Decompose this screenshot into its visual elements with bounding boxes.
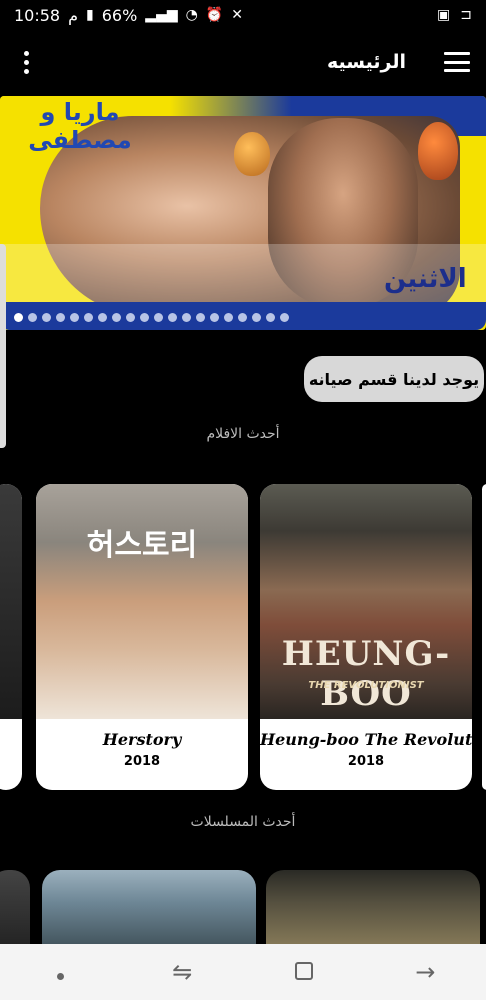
- movie-poster: HEUNG-BOO THE REVOLUTIONIST: [260, 484, 472, 719]
- signal-icon: ▂▄▆: [145, 7, 178, 23]
- pager-dot[interactable]: [252, 313, 261, 322]
- featured-banner[interactable]: ماريا و مصطفى الاثنين: [0, 96, 486, 330]
- movie-poster: 허스토리: [36, 484, 248, 719]
- battery-icon: ▮: [86, 7, 94, 23]
- movie-poster: [0, 484, 22, 719]
- pager-dot[interactable]: [56, 313, 65, 322]
- status-right: ▣ ⊐: [437, 7, 472, 23]
- movie-title: Herstory: [102, 730, 182, 749]
- movie-card-partial-right[interactable]: [482, 484, 486, 790]
- pager-dot[interactable]: [224, 313, 233, 322]
- pager-dot[interactable]: [168, 313, 177, 322]
- hamburger-icon[interactable]: [444, 52, 470, 72]
- series-section-header: أحدث المسلسلات: [190, 814, 296, 830]
- pager-dot[interactable]: [42, 313, 51, 322]
- app-bar: الرئيسيه: [0, 40, 486, 84]
- pager-dot[interactable]: [70, 313, 79, 322]
- pager-dot[interactable]: [84, 313, 93, 322]
- movie-card[interactable]: 허스토리 Herstory 2018: [36, 484, 248, 790]
- series-card[interactable]: [266, 870, 480, 950]
- movie-year: 2018: [347, 754, 385, 769]
- pager-dot[interactable]: [182, 313, 191, 322]
- pager-dot[interactable]: [98, 313, 107, 322]
- side-drawer-edge[interactable]: [0, 244, 6, 448]
- pager-dot[interactable]: [28, 313, 37, 322]
- pager-dot[interactable]: [126, 313, 135, 322]
- pager-dot[interactable]: [14, 313, 23, 322]
- banner-day: الاثنين: [384, 264, 467, 294]
- pager-dot[interactable]: [210, 313, 219, 322]
- wifi-icon: ◔: [185, 7, 198, 23]
- maintenance-chip[interactable]: يوجد لدينا قسم صيانه: [304, 356, 484, 402]
- banner-title: ماريا و مصطفى: [28, 98, 132, 154]
- poster-subtitle: THE REVOLUTIONIST: [308, 680, 424, 691]
- pager-dot[interactable]: [140, 313, 149, 322]
- movie-title: Heung-boo The Revolutionist: [260, 730, 472, 749]
- app-title-wrap: الرئيسيه: [327, 51, 470, 73]
- mute-icon: ✕: [231, 7, 243, 23]
- pager-dot[interactable]: [266, 313, 275, 322]
- status-time: 10:58: [14, 5, 61, 25]
- pager-dot[interactable]: [238, 313, 247, 322]
- status-left: 10:58 م ▮ 66% ▂▄▆ ◔ ⏰ ✕: [14, 6, 243, 25]
- status-bar: 10:58 م ▮ 66% ▂▄▆ ◔ ⏰ ✕ ▣ ⊐: [0, 0, 486, 30]
- movies-section-header: أحدث الافلام: [206, 426, 280, 442]
- series-card[interactable]: [42, 870, 256, 950]
- switch-icon[interactable]: ⇋: [152, 958, 212, 986]
- movie-card-partial-left[interactable]: [0, 484, 22, 790]
- battery-percent: 66%: [101, 5, 138, 25]
- poster-title: HEUNG-BOO: [281, 634, 451, 714]
- movie-year: 2018: [123, 754, 161, 769]
- pager-dot[interactable]: [280, 313, 289, 322]
- system-nav-bar: ⇋ →: [0, 944, 486, 1000]
- series-card[interactable]: [0, 870, 30, 950]
- pager-dot[interactable]: [112, 313, 121, 322]
- banner-pager[interactable]: [14, 313, 289, 322]
- cast-icon: ⊐: [460, 7, 472, 23]
- status-suffix: م: [68, 5, 79, 25]
- balloon-image: [418, 122, 458, 180]
- movie-card[interactable]: HEUNG-BOO THE REVOLUTIONIST Heung-boo Th…: [260, 484, 472, 790]
- more-vert-icon[interactable]: [16, 48, 36, 76]
- pager-dot[interactable]: [196, 313, 205, 322]
- home-dot-icon[interactable]: [31, 958, 91, 986]
- balloon-image: [234, 132, 270, 176]
- recents-icon[interactable]: [274, 958, 334, 986]
- image-icon: ▣: [437, 7, 451, 23]
- pager-dot[interactable]: [154, 313, 163, 322]
- alarm-icon: ⏰: [205, 7, 224, 23]
- poster-title: 허스토리: [86, 528, 198, 563]
- page-title: الرئيسيه: [327, 51, 406, 73]
- back-arrow-icon[interactable]: →: [395, 958, 455, 986]
